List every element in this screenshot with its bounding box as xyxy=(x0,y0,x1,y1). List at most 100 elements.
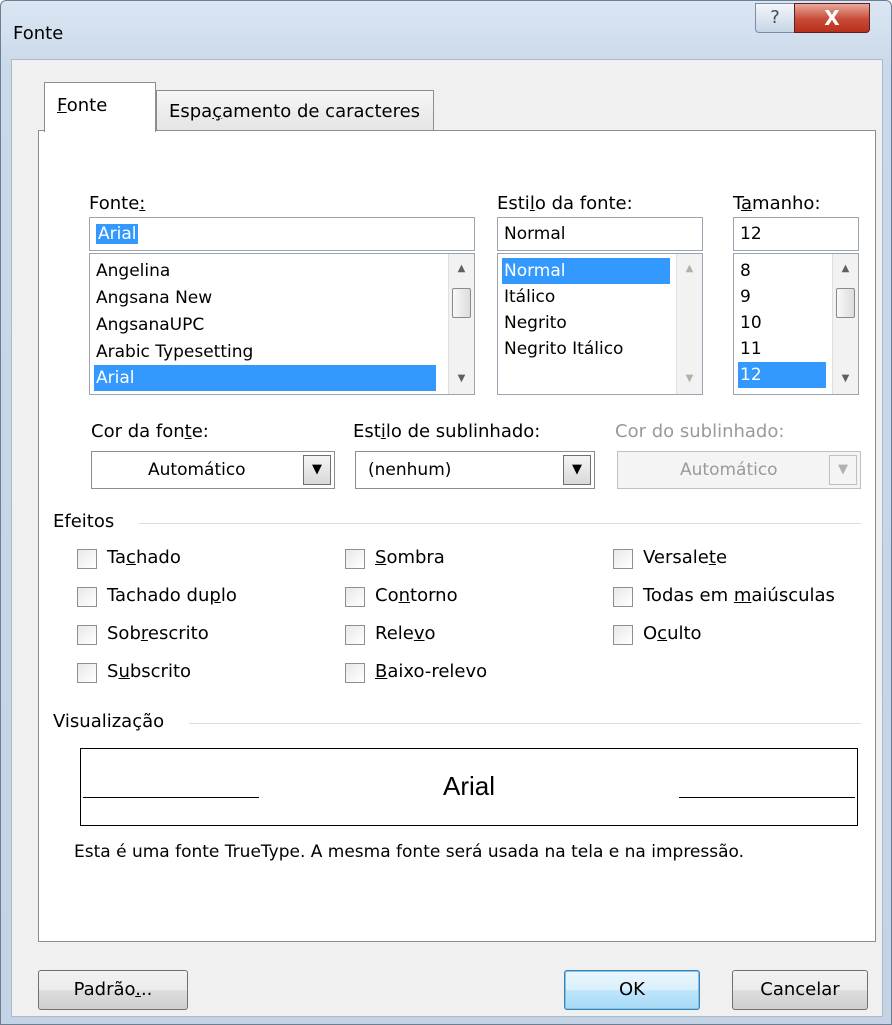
tab-font-accel: F xyxy=(57,95,67,116)
font-size-label: Tamanho: xyxy=(733,193,821,214)
label-accel: p xyxy=(209,585,221,606)
list-item[interactable]: Angelina xyxy=(94,258,170,284)
tab-spacing-pre: Espa xyxy=(169,101,213,122)
chevron-down-icon: ▼ xyxy=(829,455,857,485)
scroll-down-icon[interactable]: ▼ xyxy=(677,368,702,390)
preview-line-right xyxy=(679,797,855,798)
strikethrough-checkbox[interactable] xyxy=(77,549,97,569)
scroll-down-icon[interactable]: ▼ xyxy=(449,368,474,390)
label-part: torno xyxy=(410,585,458,606)
font-color-label-pre: Cor da fon xyxy=(91,421,185,442)
small-caps-label: Versalete xyxy=(643,547,727,568)
effects-divider xyxy=(139,523,861,524)
font-style-label-pre: Esti xyxy=(497,193,530,214)
list-item-selected[interactable]: 12 xyxy=(738,362,826,388)
font-name-value: Arial xyxy=(96,224,139,244)
underline-style-label: Estilo de sublinhado: xyxy=(353,421,540,442)
chevron-down-icon[interactable]: ▼ xyxy=(303,455,331,485)
preview-description: Esta é uma fonte TrueType. A mesma fonte… xyxy=(74,842,745,862)
tab-character-spacing[interactable]: Espaçamento de caracteres xyxy=(156,90,434,134)
label-accel: c xyxy=(126,547,136,568)
label-part: Rele xyxy=(375,623,414,644)
list-item-selected[interactable]: Normal xyxy=(502,258,670,284)
effects-heading: Efeitos xyxy=(53,511,115,532)
subscript-label: Subscrito xyxy=(107,661,191,682)
label-part: Co xyxy=(375,585,399,606)
list-item[interactable]: Itálico xyxy=(502,284,555,310)
list-item[interactable]: 10 xyxy=(738,310,762,336)
font-list-scrollbar[interactable]: ▲ ▼ xyxy=(448,254,474,394)
font-size-input[interactable]: 12 xyxy=(733,217,859,251)
set-default-button[interactable]: Padrão... xyxy=(38,970,188,1010)
engrave-checkbox[interactable] xyxy=(345,663,365,683)
list-item[interactable]: Negrito xyxy=(502,310,567,336)
superscript-label: Sobrescrito xyxy=(107,623,209,644)
emboss-label: Relevo xyxy=(375,623,436,644)
underline-style-label-pre: Est xyxy=(353,421,381,442)
label-part: bscrito xyxy=(129,661,192,682)
label-accel: c xyxy=(657,623,668,644)
label-accel: t xyxy=(708,547,716,568)
font-name-input[interactable]: Arial xyxy=(89,217,475,251)
list-item[interactable]: 8 xyxy=(738,258,751,284)
cancel-button[interactable]: Cancelar xyxy=(732,970,868,1010)
list-item[interactable]: 9 xyxy=(738,284,751,310)
font-list[interactable]: Angelina Angsana New AngsanaUPC Arabic T… xyxy=(89,253,475,395)
outline-checkbox[interactable] xyxy=(345,587,365,607)
tab-font[interactable]: Fonte xyxy=(44,82,156,132)
font-style-input[interactable]: Normal xyxy=(497,217,703,251)
small-caps-checkbox[interactable] xyxy=(613,549,633,569)
font-size-label-accel: a xyxy=(741,193,753,214)
scroll-thumb[interactable] xyxy=(836,288,855,318)
scroll-up-icon[interactable]: ▲ xyxy=(833,258,858,280)
preview-box: Arial xyxy=(80,748,858,826)
list-item[interactable]: AngsanaUPC xyxy=(94,312,204,338)
label-accel: S xyxy=(375,547,387,568)
shadow-label: Sombra xyxy=(375,547,445,568)
hidden-checkbox[interactable] xyxy=(613,625,633,645)
list-item[interactable]: Angsana New xyxy=(94,285,212,311)
list-item-selected[interactable]: Arial xyxy=(94,365,436,391)
font-style-label-rest: o da fonte: xyxy=(534,193,633,214)
shadow-checkbox[interactable] xyxy=(345,549,365,569)
font-size-label-rest: manho: xyxy=(752,193,821,214)
subscript-checkbox[interactable] xyxy=(77,663,97,683)
emboss-checkbox[interactable] xyxy=(345,625,365,645)
label-part: O xyxy=(643,623,658,644)
list-item[interactable]: Arabic Typesetting xyxy=(94,339,253,365)
chevron-down-icon[interactable]: ▼ xyxy=(563,455,591,485)
underline-style-dropdown[interactable]: (nenhum) ▼ xyxy=(355,451,595,489)
list-item[interactable]: 11 xyxy=(738,336,762,362)
double-strikethrough-checkbox[interactable] xyxy=(77,587,97,607)
label-part: escrito xyxy=(147,623,209,644)
size-list-scrollbar[interactable]: ▲ ▼ xyxy=(832,254,858,394)
font-color-label-accel: t xyxy=(184,421,192,442)
scroll-up-icon[interactable]: ▲ xyxy=(449,258,474,280)
label-accel: v xyxy=(413,623,425,644)
tab-spacing-rest: amento de caracteres xyxy=(222,101,421,122)
all-caps-label: Todas em maiúsculas xyxy=(643,585,835,606)
scroll-thumb[interactable] xyxy=(452,288,471,318)
help-button[interactable]: ? xyxy=(755,3,795,33)
font-dialog-window: Fonte ? X Fonte Espaçamento de caractere… xyxy=(0,0,892,1025)
scroll-down-icon[interactable]: ▼ xyxy=(833,368,858,390)
style-list-scrollbar[interactable]: ▲ ▼ xyxy=(676,254,702,394)
font-label-accel: : xyxy=(139,193,146,214)
label-accel: m xyxy=(733,585,752,606)
list-item[interactable]: Negrito Itálico xyxy=(502,336,623,362)
label-part: Tachado du xyxy=(107,585,210,606)
all-caps-checkbox[interactable] xyxy=(613,587,633,607)
label-part: hado xyxy=(135,547,181,568)
engrave-label: Baixo-relevo xyxy=(375,661,487,682)
close-button[interactable]: X xyxy=(794,3,870,33)
ok-button[interactable]: OK xyxy=(564,970,700,1010)
font-size-list[interactable]: 8 9 10 11 12 ▲ ▼ xyxy=(733,253,859,395)
scroll-up-icon[interactable]: ▲ xyxy=(677,258,702,280)
label-accel: u xyxy=(118,661,130,682)
underline-color-label: Cor do sublinhado: xyxy=(615,421,785,442)
superscript-checkbox[interactable] xyxy=(77,625,97,645)
font-color-dropdown[interactable]: Automático ▼ xyxy=(91,451,335,489)
preview-heading: Visualização xyxy=(53,711,165,732)
label-part: aixo-relevo xyxy=(387,661,488,682)
font-style-list[interactable]: Normal Itálico Negrito Negrito Itálico ▲… xyxy=(497,253,703,395)
